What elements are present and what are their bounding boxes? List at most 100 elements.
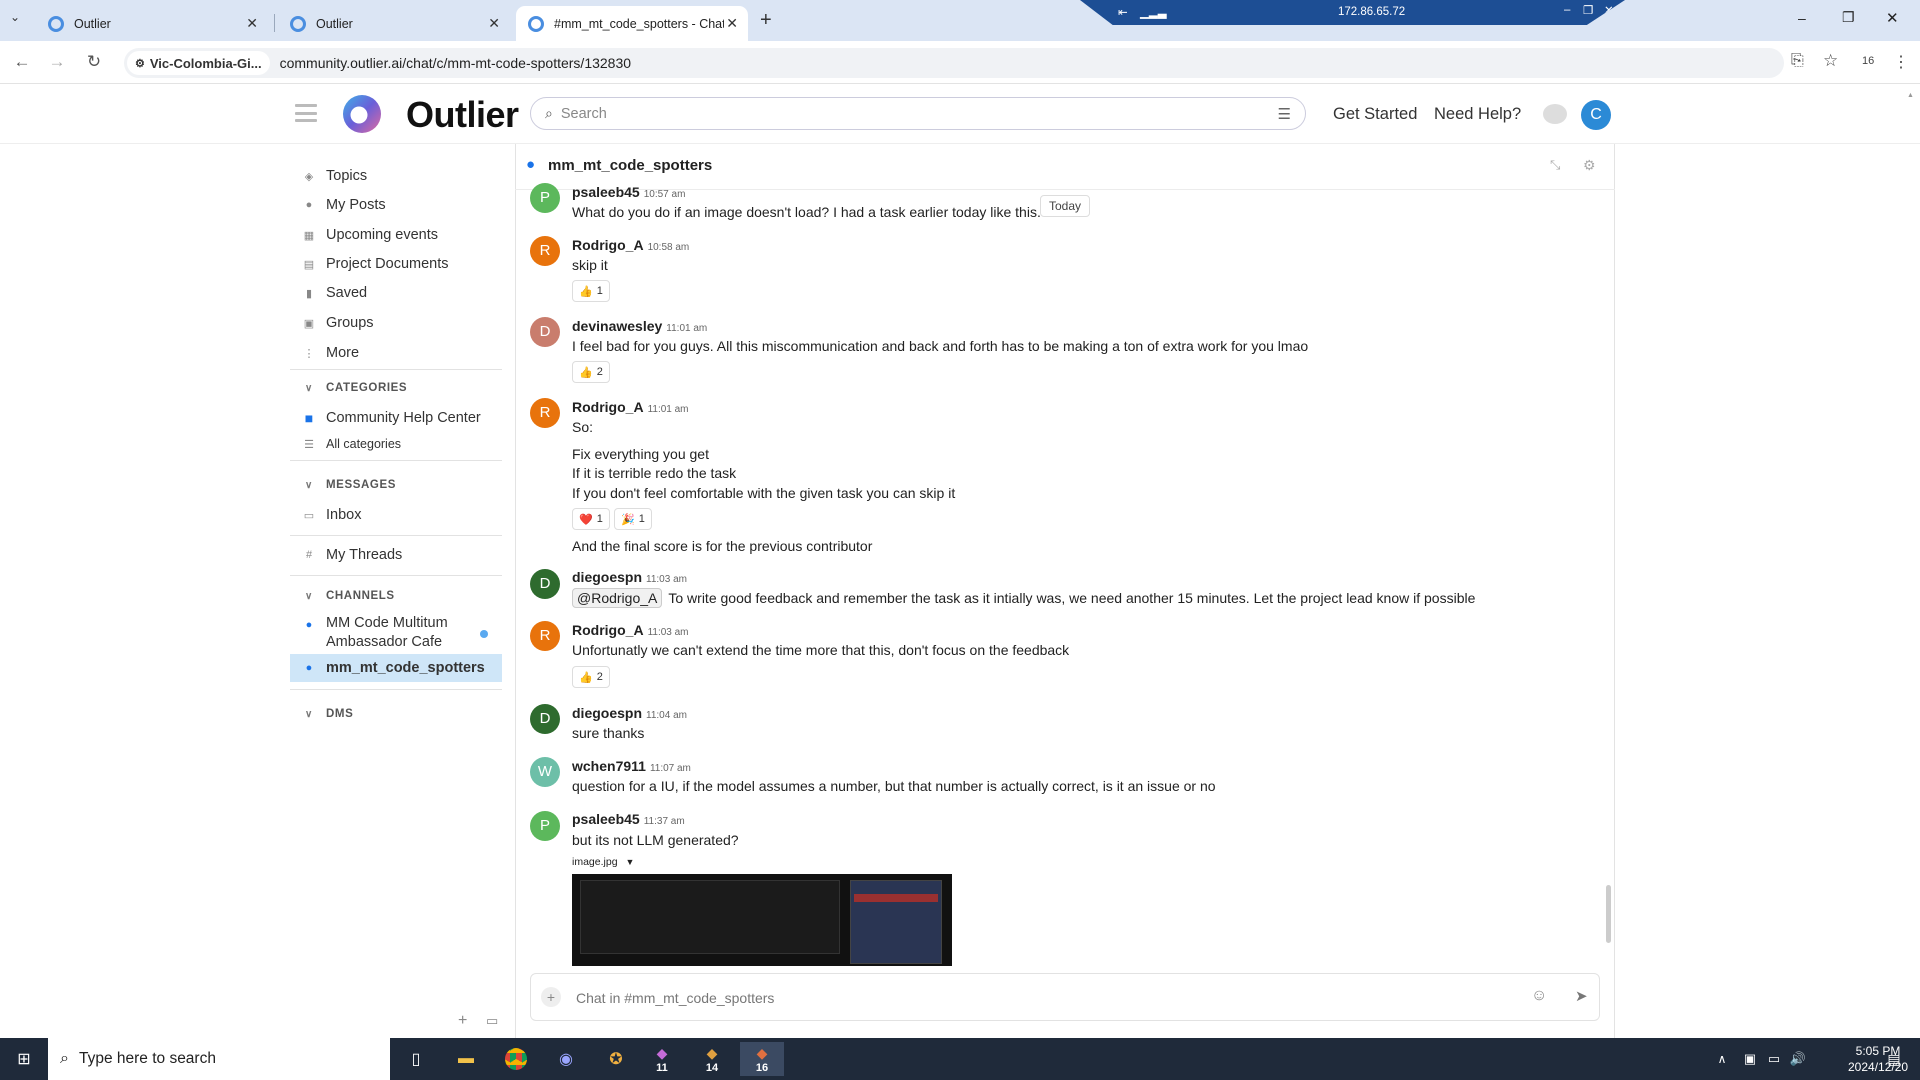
message-time[interactable]: 11:03 am — [648, 627, 689, 638]
sidebar-item-upcoming-events[interactable]: ▦ Upcoming events — [290, 227, 502, 243]
pin-icon[interactable]: ⇤ — [1118, 5, 1128, 19]
attachment-filename[interactable]: image.jpg — [572, 856, 618, 868]
remote-restore-icon[interactable]: ❐ — [1583, 3, 1593, 17]
avatar[interactable]: R — [530, 236, 560, 266]
reload-icon[interactable]: ↻ — [82, 52, 106, 72]
attachment-toggle[interactable]: image.jpg ▼ — [572, 856, 634, 868]
send-icon[interactable]: ➤ — [1575, 987, 1588, 1005]
emoji-icon[interactable]: ☺ — [1531, 987, 1547, 1005]
chrome-icon[interactable] — [496, 1042, 536, 1076]
attached-image[interactable] — [572, 874, 952, 966]
reaction-thumbs-up[interactable]: 👍 2 — [572, 361, 610, 383]
site-info-chip[interactable]: ⚙ Vic-Colombia-Gi... — [127, 51, 270, 75]
avatar[interactable]: R — [530, 621, 560, 651]
author-name[interactable]: psaleeb45 — [572, 184, 640, 200]
sidebar-item-all-categories[interactable]: ☰ All categories — [290, 437, 502, 451]
bookmark-star-icon[interactable]: ☆ — [1823, 51, 1838, 71]
message-author[interactable]: Rodrigo_A 11:03 am — [572, 622, 689, 638]
add-attachment-icon[interactable]: + — [541, 987, 561, 1007]
author-name[interactable]: psaleeb45 — [572, 811, 640, 827]
message-time[interactable]: 11:04 am — [646, 710, 687, 721]
reaction-thumbs-up[interactable]: 👍 2 — [572, 666, 610, 688]
close-tab-icon[interactable]: ✕ — [726, 15, 738, 32]
sidebar-item-groups[interactable]: ▣ Groups — [290, 315, 502, 331]
avatar[interactable]: D — [530, 317, 560, 347]
message-time[interactable]: 11:01 am — [666, 323, 707, 334]
author-name[interactable]: Rodrigo_A — [572, 622, 644, 638]
dms-section-toggle[interactable]: ∨ DMS — [290, 708, 353, 720]
message-author[interactable]: psaleeb45 11:37 am — [572, 811, 685, 827]
remote-close-icon[interactable]: ✕ — [1604, 3, 1614, 17]
sidebar-item-my-posts[interactable]: ● My Posts — [290, 197, 502, 213]
url-bar[interactable]: ⚙ Vic-Colombia-Gi... community.outlier.a… — [124, 48, 1784, 78]
sidebar-item-saved[interactable]: ▮ Saved — [290, 285, 502, 301]
reaction-thumbs-up[interactable]: 👍 1 — [572, 280, 610, 302]
reaction-party[interactable]: 🎉 1 — [614, 508, 652, 530]
new-tab-button[interactable]: + — [760, 9, 772, 32]
sidebar-item-inbox[interactable]: ▭ Inbox — [290, 507, 502, 523]
extensions-badge[interactable]: 16 — [1862, 55, 1874, 67]
author-name[interactable]: devinawesley — [572, 318, 662, 334]
message-author[interactable]: wchen7911 11:07 am — [572, 758, 691, 774]
sidebar-item-project-documents[interactable]: ▤ Project Documents — [290, 256, 502, 272]
author-name[interactable]: diegoespn — [572, 569, 642, 585]
channel-settings-icon[interactable]: ⚙ — [1583, 157, 1596, 174]
install-app-icon[interactable]: ⎘ — [1791, 52, 1804, 70]
reaction-heart[interactable]: ❤️ 1 — [572, 508, 610, 530]
message-author[interactable]: Rodrigo_A 11:01 am — [572, 399, 689, 415]
outlier-logo-icon[interactable] — [338, 94, 388, 134]
taskbar-app-badge-11[interactable]: ◆ 11 — [642, 1042, 682, 1076]
message-author[interactable]: psaleeb45 10:57 am — [572, 184, 685, 200]
avatar[interactable]: D — [530, 704, 560, 734]
sidebar-item-more[interactable]: ⋮ More — [290, 345, 502, 361]
search-filter-icon[interactable]: ☰ — [1278, 105, 1291, 123]
message-time[interactable]: 11:37 am — [644, 816, 685, 827]
remote-minimize-icon[interactable]: – — [1564, 4, 1570, 16]
sidebar-item-community-help-center[interactable]: ■ Community Help Center — [290, 410, 502, 426]
chat-scrollbar[interactable] — [1606, 885, 1611, 943]
author-name[interactable]: Rodrigo_A — [572, 399, 644, 415]
author-name[interactable]: wchen7911 — [572, 758, 646, 774]
window-minimize-icon[interactable]: – — [1798, 10, 1806, 26]
browser-tab-2[interactable]: Outlier ✕ — [278, 6, 510, 41]
sidebar-item-my-threads[interactable]: # My Threads — [290, 547, 502, 563]
file-explorer-icon[interactable]: ▬ — [446, 1042, 486, 1076]
forward-icon[interactable]: → — [45, 52, 69, 72]
message-time[interactable]: 10:58 am — [648, 242, 690, 253]
chat-composer[interactable]: + Chat in #mm_mt_code_spotters ☺ ➤ — [530, 973, 1600, 1021]
taskbar-app-badge-14[interactable]: ◆ 14 — [692, 1042, 732, 1076]
search-input[interactable]: ⌕ Search ☰ — [530, 97, 1306, 130]
volume-icon[interactable]: 🔊 — [1778, 1042, 1818, 1076]
message-time[interactable]: 10:57 am — [644, 189, 686, 200]
close-tab-icon[interactable]: ✕ — [246, 15, 258, 32]
browser-menu-icon[interactable]: ⋮ — [1893, 52, 1909, 72]
chat-bubble-icon[interactable] — [1543, 104, 1567, 124]
caret-down-icon[interactable]: ▼ — [626, 857, 635, 867]
user-mention[interactable]: @Rodrigo_A — [572, 588, 663, 608]
categories-section-toggle[interactable]: ∨ CATEGORIES — [290, 382, 407, 394]
user-avatar[interactable]: C — [1581, 100, 1611, 130]
keyboard-icon[interactable]: ▭ — [486, 1013, 498, 1029]
sidebar-item-topics[interactable]: ◈ Topics — [290, 168, 502, 184]
back-icon[interactable]: ← — [10, 52, 34, 72]
avatar[interactable]: P — [530, 811, 560, 841]
message-author[interactable]: diegoespn 11:04 am — [572, 705, 687, 721]
window-restore-icon[interactable]: ❐ — [1842, 9, 1855, 26]
message-author[interactable]: diegoespn 11:03 am — [572, 569, 687, 585]
sidebar-item-mm-code-multitum-ambassador-cafe[interactable]: ● MM Code Multitum Ambassador Cafe — [290, 614, 502, 652]
message-time[interactable]: 11:07 am — [650, 763, 691, 774]
message-time[interactable]: 11:03 am — [646, 574, 687, 585]
avatar[interactable]: D — [530, 569, 560, 599]
message-author[interactable]: devinawesley 11:01 am — [572, 318, 707, 334]
need-help-link[interactable]: Need Help? — [1434, 105, 1521, 124]
messages-section-toggle[interactable]: ∨ MESSAGES — [290, 479, 396, 491]
window-close-icon[interactable]: ✕ — [1886, 9, 1899, 27]
logo-text[interactable]: Outlier — [406, 94, 519, 136]
message-time[interactable]: 11:01 am — [648, 404, 689, 415]
author-name[interactable]: Rodrigo_A — [572, 237, 644, 253]
avatar[interactable]: P — [530, 183, 560, 213]
app-icon[interactable]: ◉ — [546, 1042, 586, 1076]
message-author[interactable]: Rodrigo_A 10:58 am — [572, 237, 689, 253]
author-name[interactable]: diegoespn — [572, 705, 642, 721]
add-icon[interactable]: + — [458, 1012, 467, 1030]
